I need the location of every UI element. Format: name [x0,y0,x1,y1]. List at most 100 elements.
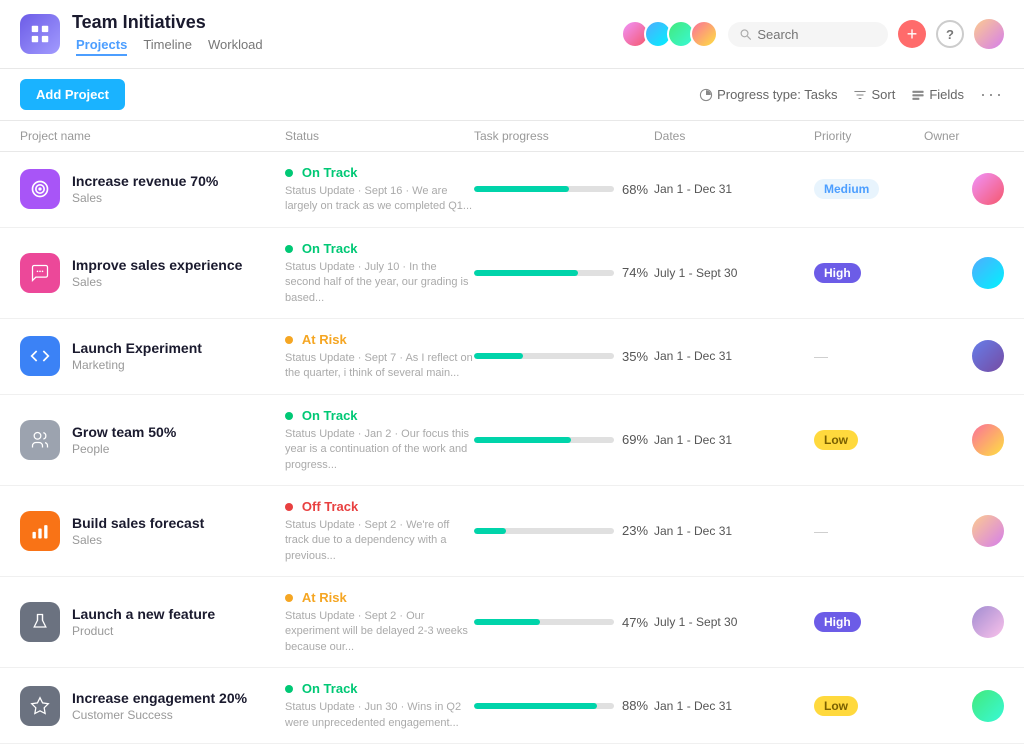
project-dates: July 1 - Sept 30 [654,266,814,280]
project-title: Build sales forecast [72,515,204,531]
table-row[interactable]: Increase engagement 20% Customer Success… [0,668,1024,744]
project-dates: Jan 1 - Dec 31 [654,433,814,447]
add-button[interactable]: + [898,20,926,48]
help-button[interactable]: ? [936,20,964,48]
project-category: Marketing [72,358,202,372]
project-priority: — [814,523,924,539]
project-owner [924,257,1004,289]
project-priority: High [814,612,924,632]
status-label: On Track [302,241,358,256]
project-priority: — [814,348,924,364]
status-dot [285,503,293,511]
project-name-cell: Increase engagement 20% Customer Success [20,686,285,726]
project-info: Build sales forecast Sales [72,515,204,547]
project-category: Customer Success [72,708,247,722]
search-icon [740,28,751,41]
table-row[interactable]: Increase revenue 70% Sales On Track Stat… [0,152,1024,228]
status-dot [285,336,293,344]
tab-timeline[interactable]: Timeline [143,37,192,56]
project-category: Sales [72,533,204,547]
avatar-4 [690,20,718,48]
col-priority: Priority [814,129,924,143]
title-nav: Team Initiatives Projects Timeline Workl… [72,12,263,56]
project-owner [924,690,1004,722]
sort-label: Sort [871,87,895,102]
project-icon [20,336,60,376]
app-header: Team Initiatives Projects Timeline Workl… [0,0,1024,69]
table-row[interactable]: Improve sales experience Sales On Track … [0,228,1024,319]
progress-pct: 68% [622,182,654,197]
project-owner [924,173,1004,205]
status-update: Status Update · Sept 16 · We are largely… [285,184,474,215]
toolbar-right: Progress type: Tasks Sort Fields ··· [699,84,1004,105]
more-options-button[interactable]: ··· [980,84,1004,105]
table-row[interactable]: Launch Experiment Marketing At Risk Stat… [0,319,1024,395]
add-project-button[interactable]: Add Project [20,79,125,110]
project-status: At Risk Status Update · Sept 7 · As I re… [285,331,474,382]
status-label: At Risk [302,590,347,605]
task-progress: 47% [474,615,654,630]
status-update: Status Update · Jun 30 · Wins in Q2 were… [285,700,474,731]
status-update: Status Update · Jan 2 · Our focus this y… [285,427,474,473]
tab-workload[interactable]: Workload [208,37,263,56]
task-progress: 88% [474,698,654,713]
project-name-cell: Grow team 50% People [20,420,285,460]
project-owner [924,606,1004,638]
project-info: Improve sales experience Sales [72,257,242,289]
status-label: On Track [302,681,358,696]
project-owner [924,515,1004,547]
project-priority: High [814,263,924,283]
progress-type-action[interactable]: Progress type: Tasks [699,87,837,102]
team-avatars [621,20,718,48]
project-category: People [72,442,176,456]
owner-avatar [972,173,1004,205]
owner-avatar [972,606,1004,638]
tab-projects[interactable]: Projects [76,37,127,56]
table-row[interactable]: Build sales forecast Sales Off Track Sta… [0,486,1024,577]
progress-pct: 74% [622,265,654,280]
project-priority: Medium [814,179,924,199]
status-dot [285,169,293,177]
status-label: At Risk [302,332,347,347]
col-dates: Dates [654,129,814,143]
table-header: Project name Status Task progress Dates … [0,121,1024,152]
project-category: Product [72,624,215,638]
progress-fill [474,437,571,443]
progress-fill [474,270,578,276]
task-progress: 35% [474,349,654,364]
progress-bar [474,703,614,709]
progress-pct: 35% [622,349,654,364]
owner-avatar [972,515,1004,547]
fields-icon [911,88,925,102]
col-status: Status [285,129,474,143]
table-row[interactable]: Grow team 50% People On Track Status Upd… [0,395,1024,486]
project-icon [20,253,60,293]
task-progress: 68% [474,182,654,197]
search-bar[interactable] [728,22,888,47]
status-label: Off Track [302,499,358,514]
owner-avatar [972,257,1004,289]
project-status: On Track Status Update · July 10 · In th… [285,240,474,306]
progress-fill [474,528,506,534]
status-update: Status Update · July 10 · In the second … [285,260,474,306]
owner-avatar [972,340,1004,372]
table-row[interactable]: Launch a new feature Product At Risk Sta… [0,577,1024,668]
fields-action[interactable]: Fields [911,87,964,102]
task-progress: 69% [474,432,654,447]
header-right: + ? [621,19,1004,49]
search-input[interactable] [757,27,876,42]
status-update: Status Update · Sept 7 · As I reflect on… [285,351,474,382]
user-avatar[interactable] [974,19,1004,49]
project-title: Launch Experiment [72,340,202,356]
project-info: Launch a new feature Product [72,606,215,638]
fields-label: Fields [929,87,964,102]
progress-bar [474,353,614,359]
status-update: Status Update · Sept 2 · We're off track… [285,518,474,564]
project-title: Increase engagement 20% [72,690,247,706]
project-info: Increase revenue 70% Sales [72,173,218,205]
progress-fill [474,703,597,709]
project-name-cell: Build sales forecast Sales [20,511,285,551]
project-icon [20,420,60,460]
project-info: Launch Experiment Marketing [72,340,202,372]
sort-action[interactable]: Sort [853,87,895,102]
